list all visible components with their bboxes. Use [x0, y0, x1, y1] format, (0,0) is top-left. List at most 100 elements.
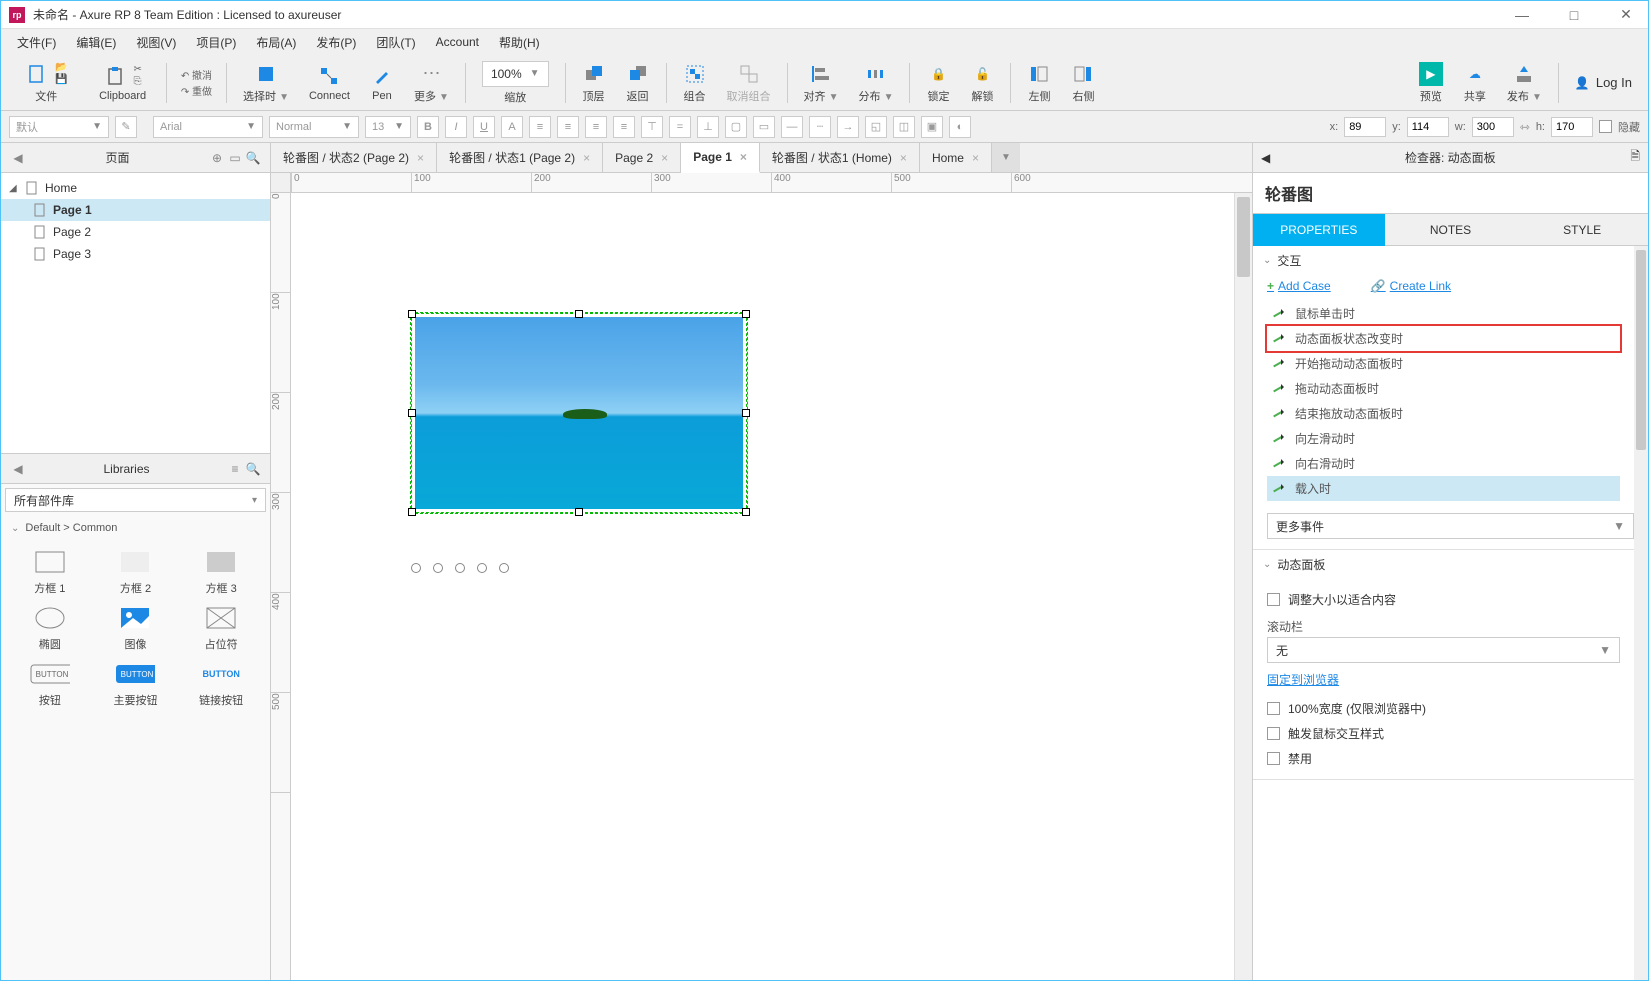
- resize-handle[interactable]: [742, 508, 750, 516]
- tree-item-home[interactable]: ◢ Home: [1, 177, 270, 199]
- valign-top-button[interactable]: ⊤: [641, 116, 663, 138]
- canvas-vscrollbar[interactable]: [1234, 193, 1252, 980]
- zoom-select[interactable]: 100%▼: [482, 61, 549, 87]
- font-variant-select[interactable]: Normal▼: [269, 116, 359, 138]
- lib-menu-icon[interactable]: ≡: [226, 460, 244, 478]
- lib-category[interactable]: ⌄Default > Common: [1, 516, 270, 540]
- panel-collapse-icon[interactable]: ◀: [9, 149, 27, 167]
- tab-state2-page2[interactable]: 轮番图 / 状态2 (Page 2)×: [271, 143, 437, 172]
- x-input[interactable]: [1344, 117, 1386, 137]
- lib-placeholder[interactable]: 占位符: [180, 604, 262, 652]
- panel-collapse-icon[interactable]: ◀: [1261, 151, 1270, 165]
- fill-button[interactable]: ▢: [725, 116, 747, 138]
- library-selector[interactable]: 所有部件库▾: [5, 488, 266, 512]
- hidden-checkbox[interactable]: [1599, 120, 1612, 133]
- dot-indicator[interactable]: [499, 563, 509, 573]
- resize-handle[interactable]: [408, 310, 416, 318]
- disabled-checkbox[interactable]: 禁用: [1267, 746, 1620, 771]
- shadow-inner-button[interactable]: ▣: [921, 116, 943, 138]
- tb-connect[interactable]: Connect: [301, 62, 358, 104]
- tab-close-icon[interactable]: ×: [417, 151, 424, 165]
- menu-file[interactable]: 文件(F): [9, 30, 64, 55]
- menu-edit[interactable]: 编辑(E): [68, 30, 124, 55]
- tb-clipboard[interactable]: ✂⎘ Clipboard: [87, 62, 157, 104]
- font-size-select[interactable]: 13▼: [365, 116, 411, 138]
- tb-distribute[interactable]: 分布 ▼: [851, 60, 902, 106]
- menu-account[interactable]: Account: [428, 31, 487, 53]
- tb-left[interactable]: 左侧: [1019, 60, 1059, 106]
- resize-handle[interactable]: [742, 409, 750, 417]
- tab-close-icon[interactable]: ×: [583, 151, 590, 165]
- h-input[interactable]: [1551, 117, 1593, 137]
- tb-align[interactable]: 对齐 ▼: [796, 60, 847, 106]
- tab-page1[interactable]: Page 1×: [681, 143, 760, 173]
- valign-mid-button[interactable]: =: [669, 116, 691, 138]
- tab-page2[interactable]: Page 2×: [603, 143, 681, 172]
- lib-box1[interactable]: 方框 1: [9, 548, 91, 596]
- resize-handle[interactable]: [408, 508, 416, 516]
- menu-view[interactable]: 视图(V): [128, 30, 184, 55]
- italic-button[interactable]: I: [445, 116, 467, 138]
- tab-close-icon[interactable]: ×: [740, 150, 747, 164]
- panel-collapse-icon[interactable]: ◀: [9, 460, 27, 478]
- tree-item-page3[interactable]: Page 3: [1, 243, 270, 265]
- bullet-button[interactable]: ≡: [529, 116, 551, 138]
- line-color-button[interactable]: ▭: [753, 116, 775, 138]
- lib-button[interactable]: BUTTON按钮: [9, 660, 91, 708]
- font-select[interactable]: Arial▼: [153, 116, 263, 138]
- search-pages-icon[interactable]: 🔍: [244, 149, 262, 167]
- add-page-icon[interactable]: ⊕: [208, 149, 226, 167]
- tb-unlock[interactable]: 🔓解锁: [962, 60, 1002, 106]
- lib-box3[interactable]: 方框 3: [180, 548, 262, 596]
- lib-primary-button[interactable]: BUTTON主要按钮: [95, 660, 177, 708]
- underline-button[interactable]: U: [473, 116, 495, 138]
- resize-handle[interactable]: [742, 310, 750, 318]
- scrollbar-select[interactable]: 无▼: [1267, 637, 1620, 663]
- tb-group[interactable]: 组合: [675, 60, 715, 106]
- corner-button[interactable]: ◱: [865, 116, 887, 138]
- style-preset-select[interactable]: 默认▼: [9, 116, 109, 138]
- lib-image[interactable]: 图像: [95, 604, 177, 652]
- resize-handle[interactable]: [575, 508, 583, 516]
- resize-handle[interactable]: [575, 310, 583, 318]
- style-manager-button[interactable]: ✎: [115, 116, 137, 138]
- menu-arrange[interactable]: 布局(A): [248, 30, 304, 55]
- tab-close-icon[interactable]: ×: [900, 151, 907, 165]
- tb-back[interactable]: 返回: [618, 60, 658, 106]
- align-left-button[interactable]: ≡: [557, 116, 579, 138]
- align-center-button[interactable]: ≡: [585, 116, 607, 138]
- inspector-tab-style[interactable]: STYLE: [1516, 214, 1648, 246]
- resize-handle[interactable]: [408, 409, 416, 417]
- tb-ungroup[interactable]: 取消组合: [719, 60, 779, 106]
- tab-close-icon[interactable]: ×: [972, 151, 979, 165]
- tb-lock[interactable]: 🔒锁定: [918, 60, 958, 106]
- maximize-button[interactable]: □: [1560, 5, 1588, 25]
- event-swiperight[interactable]: 向右滑动时: [1267, 451, 1620, 476]
- event-drag[interactable]: 拖动动态面板时: [1267, 376, 1620, 401]
- event-dragdrop[interactable]: 结束拖放动态面板时: [1267, 401, 1620, 426]
- dot-indicator[interactable]: [477, 563, 487, 573]
- tb-pen[interactable]: Pen: [362, 62, 402, 104]
- ruler-horizontal[interactable]: 0100200300400500600: [291, 173, 1252, 193]
- tab-home[interactable]: Home×: [920, 143, 992, 172]
- valign-bot-button[interactable]: ⊥: [697, 116, 719, 138]
- arrow-button[interactable]: →: [837, 116, 859, 138]
- inspector-tab-notes[interactable]: NOTES: [1385, 214, 1517, 246]
- undo-button[interactable]: 撤消: [192, 71, 212, 82]
- line-width-button[interactable]: —: [781, 116, 803, 138]
- tree-toggle-icon[interactable]: ◢: [9, 183, 19, 194]
- tb-select[interactable]: 选择时 ▼: [235, 60, 297, 106]
- event-panelstatechange[interactable]: 动态面板状态改变时: [1267, 326, 1620, 351]
- event-dragstart[interactable]: 开始拖动动态面板时: [1267, 351, 1620, 376]
- tb-file[interactable]: 📂💾 文件: [9, 60, 83, 106]
- dot-indicator[interactable]: [433, 563, 443, 573]
- trigger-mouse-checkbox[interactable]: 触发鼠标交互样式: [1267, 721, 1620, 746]
- tb-share[interactable]: ☁共享: [1455, 60, 1495, 106]
- dynamic-panel-widget[interactable]: [411, 313, 747, 513]
- menu-help[interactable]: 帮助(H): [491, 30, 548, 55]
- tb-more[interactable]: ⋯更多 ▼: [406, 60, 457, 106]
- align-right-button[interactable]: ≡: [613, 116, 635, 138]
- w-input[interactable]: [1472, 117, 1514, 137]
- event-onclick[interactable]: 鼠标单击时: [1267, 301, 1620, 326]
- tab-close-icon[interactable]: ×: [661, 151, 668, 165]
